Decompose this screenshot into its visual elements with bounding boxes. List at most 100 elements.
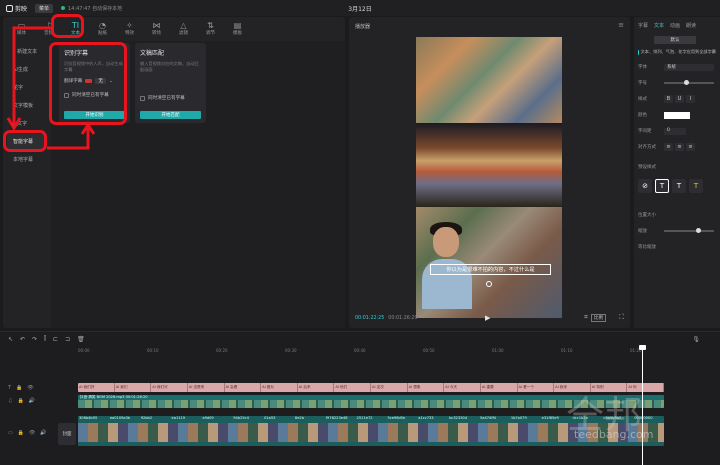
tab-template[interactable]: ▤ 模板	[225, 17, 250, 39]
color-swatch[interactable]	[664, 111, 690, 119]
fullscreen-icon[interactable]: ⛶	[619, 313, 624, 322]
play-icon[interactable]: ▶	[485, 314, 490, 322]
subtitle-clip[interactable]: AI 想象	[408, 383, 445, 392]
tab-media[interactable]: ▭ 媒体	[9, 17, 34, 39]
start-match-button[interactable]: 开始匹配	[140, 111, 201, 119]
subtitle-overlay[interactable]: 你以为是很难不拍的内容，不过什么是	[430, 264, 551, 275]
time-ruler[interactable]: 00:00 00:10 00:20 00:30 00:40 00:50 01:00 01:10…	[78, 348, 720, 358]
sidebar-item-smart-subtitle[interactable]: 智能字幕	[7, 134, 45, 149]
subtitle-clip[interactable]: AI 特别	[591, 383, 628, 392]
subtitle-clip[interactable]: AI 做为	[261, 383, 298, 392]
redo-icon[interactable]: ↷	[32, 336, 37, 343]
subtitle-clip[interactable]: AI 我来	[554, 383, 591, 392]
start-recognize-button[interactable]: 开始识别	[64, 111, 125, 119]
underline-button[interactable]: U	[675, 95, 684, 103]
eye-icon[interactable]: 👁	[29, 430, 35, 436]
bold-button[interactable]: B	[664, 95, 673, 103]
lock-icon[interactable]: 🔒	[16, 385, 22, 391]
undo-icon[interactable]: ↶	[20, 336, 25, 343]
playhead[interactable]	[642, 346, 643, 465]
subtitle-clip[interactable]: AI 我们可	[151, 383, 188, 392]
menu-button[interactable]: 菜单	[35, 3, 54, 13]
rotate-handle-icon[interactable]	[486, 281, 492, 287]
slider-knob[interactable]	[684, 80, 690, 85]
preset-outline-text[interactable]: T	[672, 179, 686, 193]
subtitle-clip[interactable]: AI 后来	[298, 383, 335, 392]
spacing-input[interactable]: 0	[664, 127, 686, 135]
subtitle-track[interactable]: AI 我们好 AI 我们 AI 我们可 AI 没是来 AI 会看 AI 做为 AI 后来 AI…	[78, 383, 664, 392]
align-right-icon[interactable]: ≡	[686, 143, 695, 151]
align-center-icon[interactable]: ≡	[675, 143, 684, 151]
video-preview[interactable]: 你以为是很难不拍的内容，不过什么是	[416, 37, 562, 318]
ratio-button[interactable]: 比例	[591, 314, 606, 322]
lock-icon[interactable]: 🔒	[17, 398, 23, 404]
clear-existing-checkbox[interactable]	[140, 95, 145, 101]
subtitle-clip[interactable]: AI 我们好	[78, 383, 115, 392]
tab-adjust[interactable]: ⇅ 调节	[198, 17, 223, 39]
italic-button[interactable]: I	[686, 95, 695, 103]
font-select[interactable]: 系统	[664, 63, 714, 71]
split-icon[interactable]: ⫿	[44, 335, 46, 343]
material-toolbar: ▭ 媒体 ♪ 音频 TI 文本 ◔ 贴纸 ✧ 特效 ⋈ 转场 △ 滤镜 ⇅ 调节…	[3, 17, 345, 39]
speaker-icon[interactable]: 🔊	[29, 398, 35, 404]
tab-read-aloud[interactable]: 朗读	[686, 22, 696, 29]
person-segment	[416, 207, 562, 318]
subtitle-clip[interactable]: AI 没是来	[188, 383, 225, 392]
tab-subtitle[interactable]: 字幕	[638, 22, 648, 29]
more-menu-icon[interactable]: ≡	[618, 21, 624, 29]
translate-select[interactable]: 无	[95, 78, 106, 84]
slider-knob[interactable]	[695, 228, 701, 233]
tab-audio[interactable]: ♪ 音频	[36, 17, 61, 39]
subtitle-clip[interactable]: AI 我们	[115, 383, 152, 392]
tab-filter[interactable]: △ 滤镜	[171, 17, 196, 39]
sidebar-item-text-template[interactable]: 文字模板	[7, 98, 45, 113]
timeline-panel: ↖ ↶ ↷ ⫿ ⊏ ⊐ 🗑 🎙 00:00 00:10 00:20 00:30 00:4…	[0, 331, 720, 465]
size-label: 字号	[638, 81, 647, 86]
sidebar-item-fancy-text[interactable]: 花字	[7, 80, 45, 95]
transition-icon: ⋈	[152, 20, 161, 30]
capcut-logo-icon	[6, 4, 13, 12]
default-button[interactable]: 默认	[654, 36, 696, 44]
preset-white-text[interactable]: T	[655, 179, 669, 193]
preset-yellow-text[interactable]: T	[689, 179, 703, 193]
tab-transition[interactable]: ⋈ 转场	[144, 17, 169, 39]
lock-icon[interactable]: 🔒	[18, 430, 24, 436]
subtitle-clip[interactable]: AI 你	[627, 383, 664, 392]
subtitle-clip[interactable]: AI 看一个	[518, 383, 555, 392]
clear-existing-checkbox[interactable]	[64, 92, 69, 98]
microphone-icon[interactable]: 🎙	[692, 336, 700, 343]
tab-animation[interactable]: 动画	[670, 22, 680, 29]
tab-text-props[interactable]: 文本	[654, 22, 664, 29]
cover-button[interactable]: 封面	[58, 423, 76, 445]
align-left-icon[interactable]: ≡	[664, 143, 673, 151]
subtitle-clip[interactable]: AI 会看	[225, 383, 262, 392]
tab-text[interactable]: TI 文本	[63, 17, 88, 39]
sidebar-item-ai-generate[interactable]: AI生成	[7, 62, 45, 77]
speaker-icon[interactable]: 🔊	[40, 430, 46, 436]
apply-all-option[interactable]: 文本、排列、气泡、花字应用到全部字幕	[638, 49, 716, 55]
size-slider[interactable]	[664, 80, 714, 85]
sidebar-item-text[interactable]: ▸ 文字	[7, 116, 45, 131]
player-controls: 00:01:22:25 00:01:26:29 ▶ ⌗ 比例 ⛶	[349, 308, 630, 328]
split-right-icon[interactable]: ⊐	[65, 336, 70, 343]
audio-clip[interactable]: 抖音·搞笑 BGM 2026.mp3 00:01:26:20	[78, 395, 664, 408]
select-tool-icon[interactable]: ↖	[8, 336, 13, 343]
sidebar-item-new-text[interactable]: ▸ 新建文本	[7, 44, 45, 59]
crop-icon[interactable]: ⌗	[584, 313, 588, 322]
subtitle-clip[interactable]: AI 今天	[444, 383, 481, 392]
tab-sticker[interactable]: ◔ 贴纸	[90, 17, 115, 39]
eye-icon[interactable]: 👁	[27, 385, 33, 391]
tab-label: 音频	[44, 30, 53, 36]
video-track[interactable]: 306b4b95 ea0109a3b 92bb2 ea1119 a9d09 94b25c4…	[78, 416, 664, 446]
tab-effects[interactable]: ✧ 特效	[117, 17, 142, 39]
subtitle-clip[interactable]: AI 重要	[481, 383, 518, 392]
sidebar-item-local-subtitle[interactable]: 本地字幕	[7, 152, 45, 167]
subtitle-clip[interactable]: AI 他们	[334, 383, 371, 392]
delete-icon[interactable]: 🗑	[77, 336, 85, 343]
sticker-icon: ◔	[99, 20, 106, 30]
ruler-tick-label: 01:10	[561, 348, 573, 353]
subtitle-clip[interactable]: AI 这次	[371, 383, 408, 392]
scale-slider[interactable]	[664, 228, 714, 233]
split-left-icon[interactable]: ⊏	[53, 336, 58, 343]
preset-none-icon[interactable]: ⊘	[638, 179, 652, 193]
